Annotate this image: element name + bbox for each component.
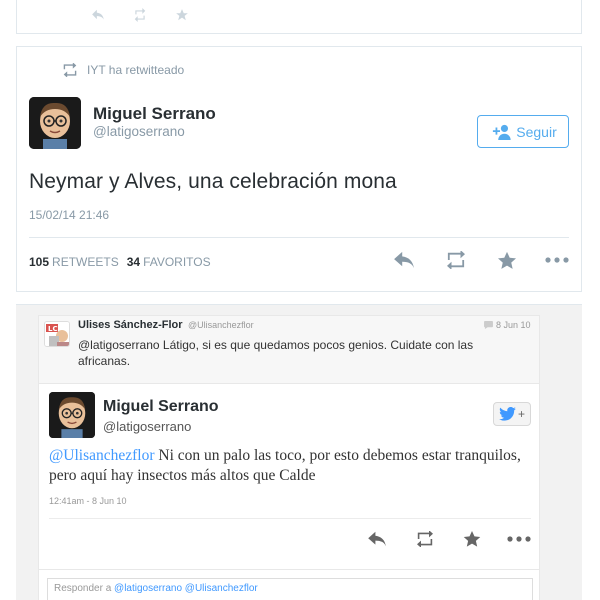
reply-author-handle[interactable]: @Ulisanchezflor [188, 320, 254, 330]
reply-prefix: Responder a [54, 583, 112, 594]
follow-button[interactable]: Seguir [477, 115, 569, 148]
retweet-icon [63, 63, 77, 77]
retweet-context: IYT ha retwitteado [61, 63, 184, 77]
avatar-caricature-icon [29, 97, 81, 149]
embedded-tweet-timestamp[interactable]: 12:41am - 8 Jun 10 [49, 496, 127, 506]
retweet-icon[interactable] [133, 8, 147, 22]
reply-author-avatar[interactable]: LC [44, 321, 70, 347]
divider [29, 237, 569, 238]
reply-date-label: 8 Jun 10 [496, 320, 531, 330]
embedded-tweet-actions [367, 530, 531, 547]
reply-text: @latigoserrano Látigo, si es que quedamo… [78, 338, 474, 368]
follow-button-label: Seguir [516, 123, 557, 140]
twitter-bird-icon [499, 407, 516, 421]
reply-author-name[interactable]: Ulises Sánchez-Flor [78, 319, 183, 331]
author-name[interactable]: Miguel Serrano [93, 104, 216, 124]
tweet-text: Neymar y Alves, una celebración mona [29, 170, 397, 193]
reply-author-avatar-icon: LC [45, 322, 69, 346]
mention-link[interactable]: @Ulisanchezflor [49, 447, 155, 464]
svg-text:LC: LC [48, 325, 58, 333]
reply-date[interactable]: 8 Jun 10 [484, 320, 531, 330]
previous-tweet-actions [91, 8, 189, 22]
embedded-tweet-panel: LC Ulises Sánchez-Flor @Ulisanchezflor 8… [16, 304, 582, 600]
author-handle[interactable]: @latigoserrano [93, 124, 185, 139]
twitter-follow-button[interactable]: + [493, 402, 531, 426]
favorite-icon[interactable] [175, 8, 189, 22]
previous-tweet-card [16, 0, 582, 34]
favorite-icon[interactable] [497, 251, 517, 269]
avatar[interactable] [49, 392, 95, 438]
favorites-count: 34 [126, 255, 141, 269]
retweets-label: RETWEETS [52, 255, 119, 269]
reply-input[interactable]: Responder a @latigoserrano @Ulisanchezfl… [47, 578, 533, 600]
more-icon[interactable] [545, 256, 569, 264]
retweet-icon[interactable] [413, 530, 437, 547]
tweet-actions [393, 251, 569, 269]
twitter-follow-plus: + [517, 407, 525, 421]
tweet-stats: 105 RETWEETS 34 FAVORITOS [29, 255, 211, 269]
embedded-tweet-text: @Ulisanchezflor Ni con un palo las toco,… [49, 446, 529, 486]
reply-icon[interactable] [393, 251, 415, 269]
embedded-author-handle[interactable]: @latigoserrano [103, 419, 191, 434]
embedded-tweet-card: Miguel Serrano @latigoserrano + @Ulisanc… [38, 383, 540, 583]
speech-bubble-icon [484, 321, 493, 329]
embedded-author-name[interactable]: Miguel Serrano [103, 398, 219, 416]
retweet-icon[interactable] [443, 251, 469, 269]
reply-box: Responder a @latigoserrano @Ulisanchezfl… [38, 569, 540, 600]
reply-icon[interactable] [367, 531, 387, 547]
reply-icon[interactable] [91, 8, 105, 22]
retweets-count: 105 [29, 255, 50, 269]
reply-mentions: @latigoserrano @Ulisanchezflor [114, 583, 258, 594]
add-user-icon [493, 124, 511, 140]
avatar-caricature-icon [49, 392, 95, 438]
avatar[interactable] [29, 97, 81, 149]
tweet-card: IYT ha retwitteado Miguel Serrano @latig… [16, 46, 582, 292]
retweets-stat[interactable]: 105 RETWEETS [29, 255, 119, 269]
favorites-label: FAVORITOS [143, 255, 211, 269]
tweet-timestamp[interactable]: 15/02/14 21:46 [29, 208, 109, 222]
divider [49, 518, 531, 519]
favorite-icon[interactable] [463, 530, 481, 547]
more-icon[interactable] [507, 535, 531, 543]
retweet-context-label[interactable]: IYT ha retwitteado [87, 63, 184, 77]
favorites-stat[interactable]: 34 FAVORITOS [127, 255, 211, 269]
